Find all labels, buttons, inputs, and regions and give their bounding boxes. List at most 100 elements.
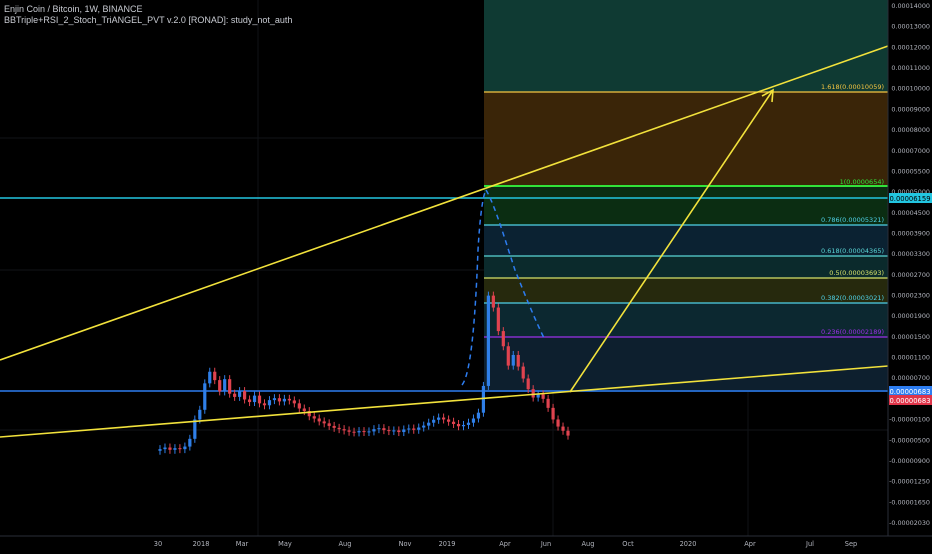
- chart-area[interactable]: 1.618(0.00010059) 1(0.0000654) 0.786(0.0…: [0, 0, 932, 550]
- candle-body: [372, 429, 376, 432]
- candle-body: [521, 366, 525, 379]
- candle-body: [173, 448, 177, 450]
- candle-body: [461, 424, 466, 427]
- candle-body: [566, 430, 570, 436]
- candle-body: [267, 400, 272, 406]
- candle-body: [218, 380, 222, 392]
- time-tick-label: Jun: [540, 540, 551, 548]
- candle-body: [516, 354, 520, 367]
- price-tick-label: 0.00014000: [891, 2, 930, 10]
- candle-body: [456, 423, 461, 427]
- time-tick-label: Nov: [399, 540, 412, 548]
- candle-body: [317, 418, 321, 422]
- price-tick-label: 0.00001900: [891, 312, 930, 320]
- price-chart[interactable]: 1.618(0.00010059) 1(0.0000654) 0.786(0.0…: [0, 0, 932, 550]
- candle-body: [247, 399, 252, 403]
- candle-body: [193, 419, 197, 439]
- price-axis[interactable]: 0.00014000 0.00013000 0.00012000 0.00011000…: [887, 0, 932, 536]
- candle-body: [476, 412, 481, 419]
- candle-body: [242, 391, 247, 400]
- fib-zone-1618: [484, 92, 888, 186]
- candle-body: [466, 422, 471, 425]
- candle-body: [417, 427, 421, 430]
- candle-body: [546, 398, 550, 408]
- time-tick-label: Aug: [339, 540, 352, 548]
- candle-body: [257, 395, 262, 404]
- candle-body: [178, 448, 182, 450]
- fib-label-0236: 0.236(0.00002189): [821, 328, 884, 336]
- candle-body: [332, 425, 336, 428]
- dashed-band-lower: [461, 189, 487, 386]
- candle-body: [183, 446, 187, 450]
- price-tick-label: -0.00002030: [889, 519, 930, 527]
- candle-body: [392, 430, 396, 432]
- candle-body: [252, 395, 257, 403]
- price-tick-label: 0.00002300: [891, 292, 930, 300]
- candle-body: [501, 331, 505, 347]
- price-tick-label: 0.00013000: [891, 23, 930, 31]
- candle-body: [297, 403, 301, 409]
- candle-body: [427, 422, 431, 426]
- price-tick-label: 0.00007000: [891, 147, 930, 155]
- candle-body: [491, 295, 495, 308]
- price-tick-label: 0.00003300: [891, 250, 930, 258]
- fibonacci-retracement[interactable]: 1.618(0.00010059) 1(0.0000654) 0.786(0.0…: [484, 0, 888, 392]
- fib-label-0786: 0.786(0.00005321): [821, 216, 884, 224]
- price-tick-label: -0.00000900: [889, 457, 930, 465]
- candle-body: [342, 429, 346, 431]
- candle-body: [471, 418, 476, 423]
- time-tick-label: Apr: [499, 540, 511, 548]
- candle-body: [223, 379, 227, 392]
- price-tick-label: 0.00009000: [891, 105, 930, 113]
- price-tick-label: 0.00001100: [891, 354, 930, 362]
- candle-body: [451, 421, 456, 424]
- fib-label-1618: 1.618(0.00010059): [821, 83, 884, 91]
- candle-body: [292, 400, 296, 404]
- price-tick-label: -0.00001250: [889, 478, 930, 486]
- candle-body: [437, 417, 441, 420]
- candle-body: [511, 354, 515, 366]
- candle-body: [312, 416, 316, 419]
- fib-label-05: 0.5(0.00003693): [829, 269, 884, 277]
- time-axis[interactable]: 30 2018 Mar May Aug Nov 2019 Apr Jun Aug Oct 2020 Ap…: [0, 535, 932, 550]
- candle-body: [337, 427, 341, 430]
- candle-body: [556, 419, 560, 427]
- candle-body: [352, 431, 356, 433]
- candle-body: [442, 417, 446, 420]
- price-badge-cyan-label: 0.00006159: [889, 195, 930, 203]
- lower-channel-line: [0, 365, 889, 438]
- price-tick-label: 0.00011000: [891, 64, 930, 72]
- candle-body: [347, 430, 351, 432]
- candle-body: [362, 431, 366, 433]
- candle-body: [357, 431, 361, 433]
- candle-body: [526, 378, 530, 390]
- candle-body: [203, 383, 207, 410]
- candle-body: [541, 394, 545, 399]
- time-tick-label: Apr: [744, 540, 756, 548]
- candle-body: [496, 307, 500, 332]
- time-tick-label: 30: [154, 540, 162, 548]
- fib-zone-0618: [484, 256, 888, 278]
- time-tick-label: May: [278, 540, 292, 548]
- candle-body: [402, 429, 406, 433]
- price-tick-label: -0.00000500: [889, 436, 930, 444]
- candle-body: [397, 430, 401, 433]
- candle-body: [327, 423, 331, 426]
- price-tick-label: -0.00000100: [889, 416, 930, 424]
- candle-body: [432, 419, 436, 423]
- candle-body: [277, 398, 282, 402]
- price-tick-label: 0.00012000: [891, 43, 930, 51]
- candle-body: [228, 379, 232, 394]
- candle-body: [158, 449, 162, 451]
- time-tick-label: Jul: [805, 540, 814, 548]
- candle-body: [407, 428, 411, 430]
- candle-body: [272, 398, 277, 401]
- candle-body: [367, 431, 371, 433]
- time-tick-label: Sep: [845, 540, 857, 548]
- candle-body: [188, 438, 192, 447]
- candle-body: [198, 409, 202, 420]
- fib-label-0382: 0.382(0.00003021): [821, 294, 884, 302]
- candle-body: [287, 398, 291, 401]
- candle-body: [412, 428, 416, 430]
- candle-body: [213, 371, 217, 381]
